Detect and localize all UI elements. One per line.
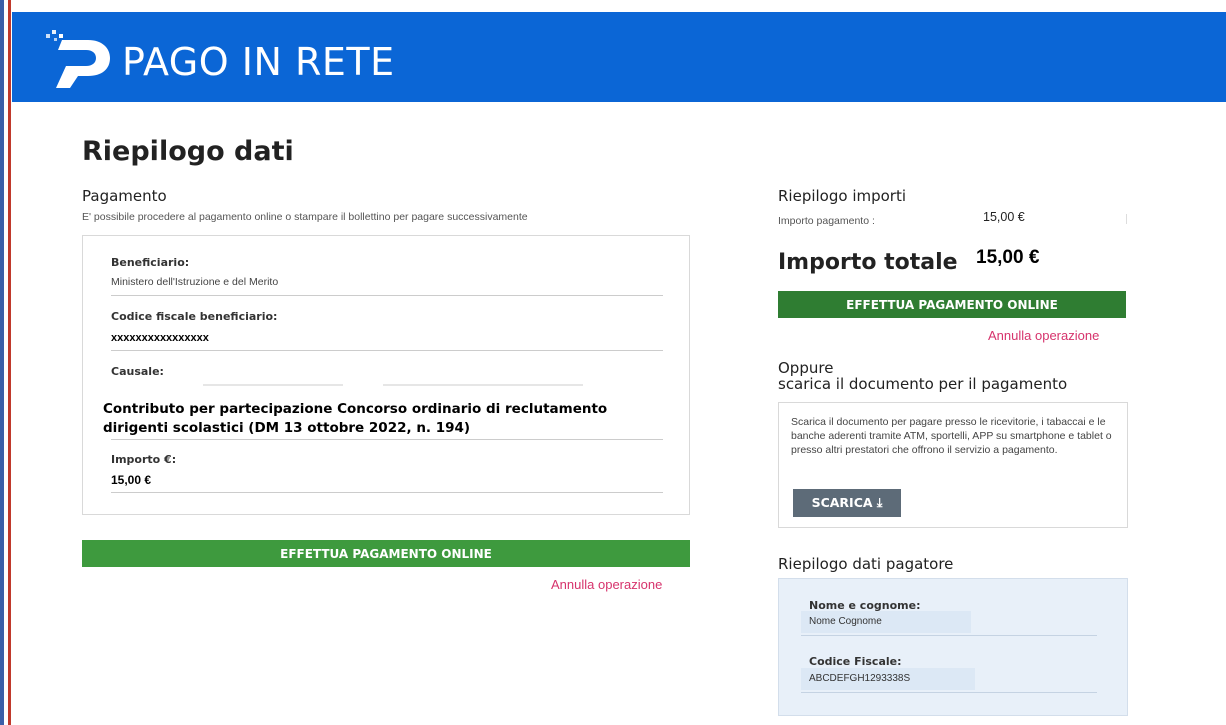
causale-value: Contributo per partecipazione Concorso o… — [103, 401, 608, 436]
payer-divider — [801, 692, 1097, 693]
payer-cf-label: Codice Fiscale: — [809, 655, 902, 668]
payment-description: E' possibile procedere al pagamento onli… — [82, 211, 528, 223]
beneficiario-label: Beneficiario: — [111, 256, 190, 269]
payment-details-box: Beneficiario: Ministero dell'Istruzione … — [82, 235, 690, 515]
field-divider — [111, 492, 663, 493]
payment-section-title: Pagamento — [82, 187, 167, 205]
page-left-border — [0, 0, 12, 725]
payer-divider — [801, 635, 1097, 636]
redaction-mark — [203, 384, 343, 386]
pago-in-rete-logo-icon — [46, 30, 110, 88]
codice-fiscale-value: xxxxxxxxxxxxxxxx — [111, 332, 209, 344]
brand-title: PAGO IN RETE — [122, 40, 395, 84]
payer-details-box: Nome e cognome: Nome Cognome Codice Fisc… — [778, 578, 1128, 716]
download-title-line2: scarica il documento per il pagamento — [778, 375, 1068, 393]
app-header: PAGO IN RETE — [12, 12, 1226, 102]
field-divider — [111, 439, 663, 440]
cancel-operation-link[interactable]: Annulla operazione — [551, 577, 662, 592]
summary-importo-value: 15,00 € — [983, 210, 1025, 224]
payer-name-value: Nome Cognome — [801, 611, 971, 633]
summary-importo-label: Importo pagamento : — [778, 215, 875, 227]
payer-title: Riepilogo dati pagatore — [778, 555, 954, 573]
total-label: Importo totale — [778, 250, 958, 275]
payer-cf-value: ABCDEFGH1293338S — [801, 668, 975, 690]
beneficiario-value: Ministero dell'Istruzione e del Merito — [111, 276, 279, 288]
causale-label: Causale: — [111, 365, 164, 378]
page-title: Riepilogo dati — [82, 136, 294, 167]
summary-title: Riepilogo importi — [778, 187, 907, 205]
field-divider — [111, 295, 663, 296]
pay-online-button[interactable]: EFFETTUA PAGAMENTO ONLINE — [82, 540, 690, 567]
redaction-mark — [383, 384, 583, 386]
importo-value: 15,00 € — [111, 473, 152, 487]
field-divider — [111, 350, 663, 351]
download-box: Scarica il documento per pagare presso l… — [778, 402, 1128, 528]
codice-fiscale-label: Codice fiscale beneficiario: — [111, 310, 278, 323]
summary-cancel-operation-link[interactable]: Annulla operazione — [988, 328, 1099, 343]
total-value: 15,00 € — [976, 247, 1040, 268]
summary-divider-tick — [1126, 214, 1127, 224]
download-button[interactable]: SCARICA ⤓ — [793, 489, 901, 517]
importo-label: Importo €: — [111, 453, 177, 466]
summary-pay-online-button[interactable]: EFFETTUA PAGAMENTO ONLINE — [778, 291, 1126, 318]
download-description: Scarica il documento per pagare presso l… — [791, 416, 1112, 456]
